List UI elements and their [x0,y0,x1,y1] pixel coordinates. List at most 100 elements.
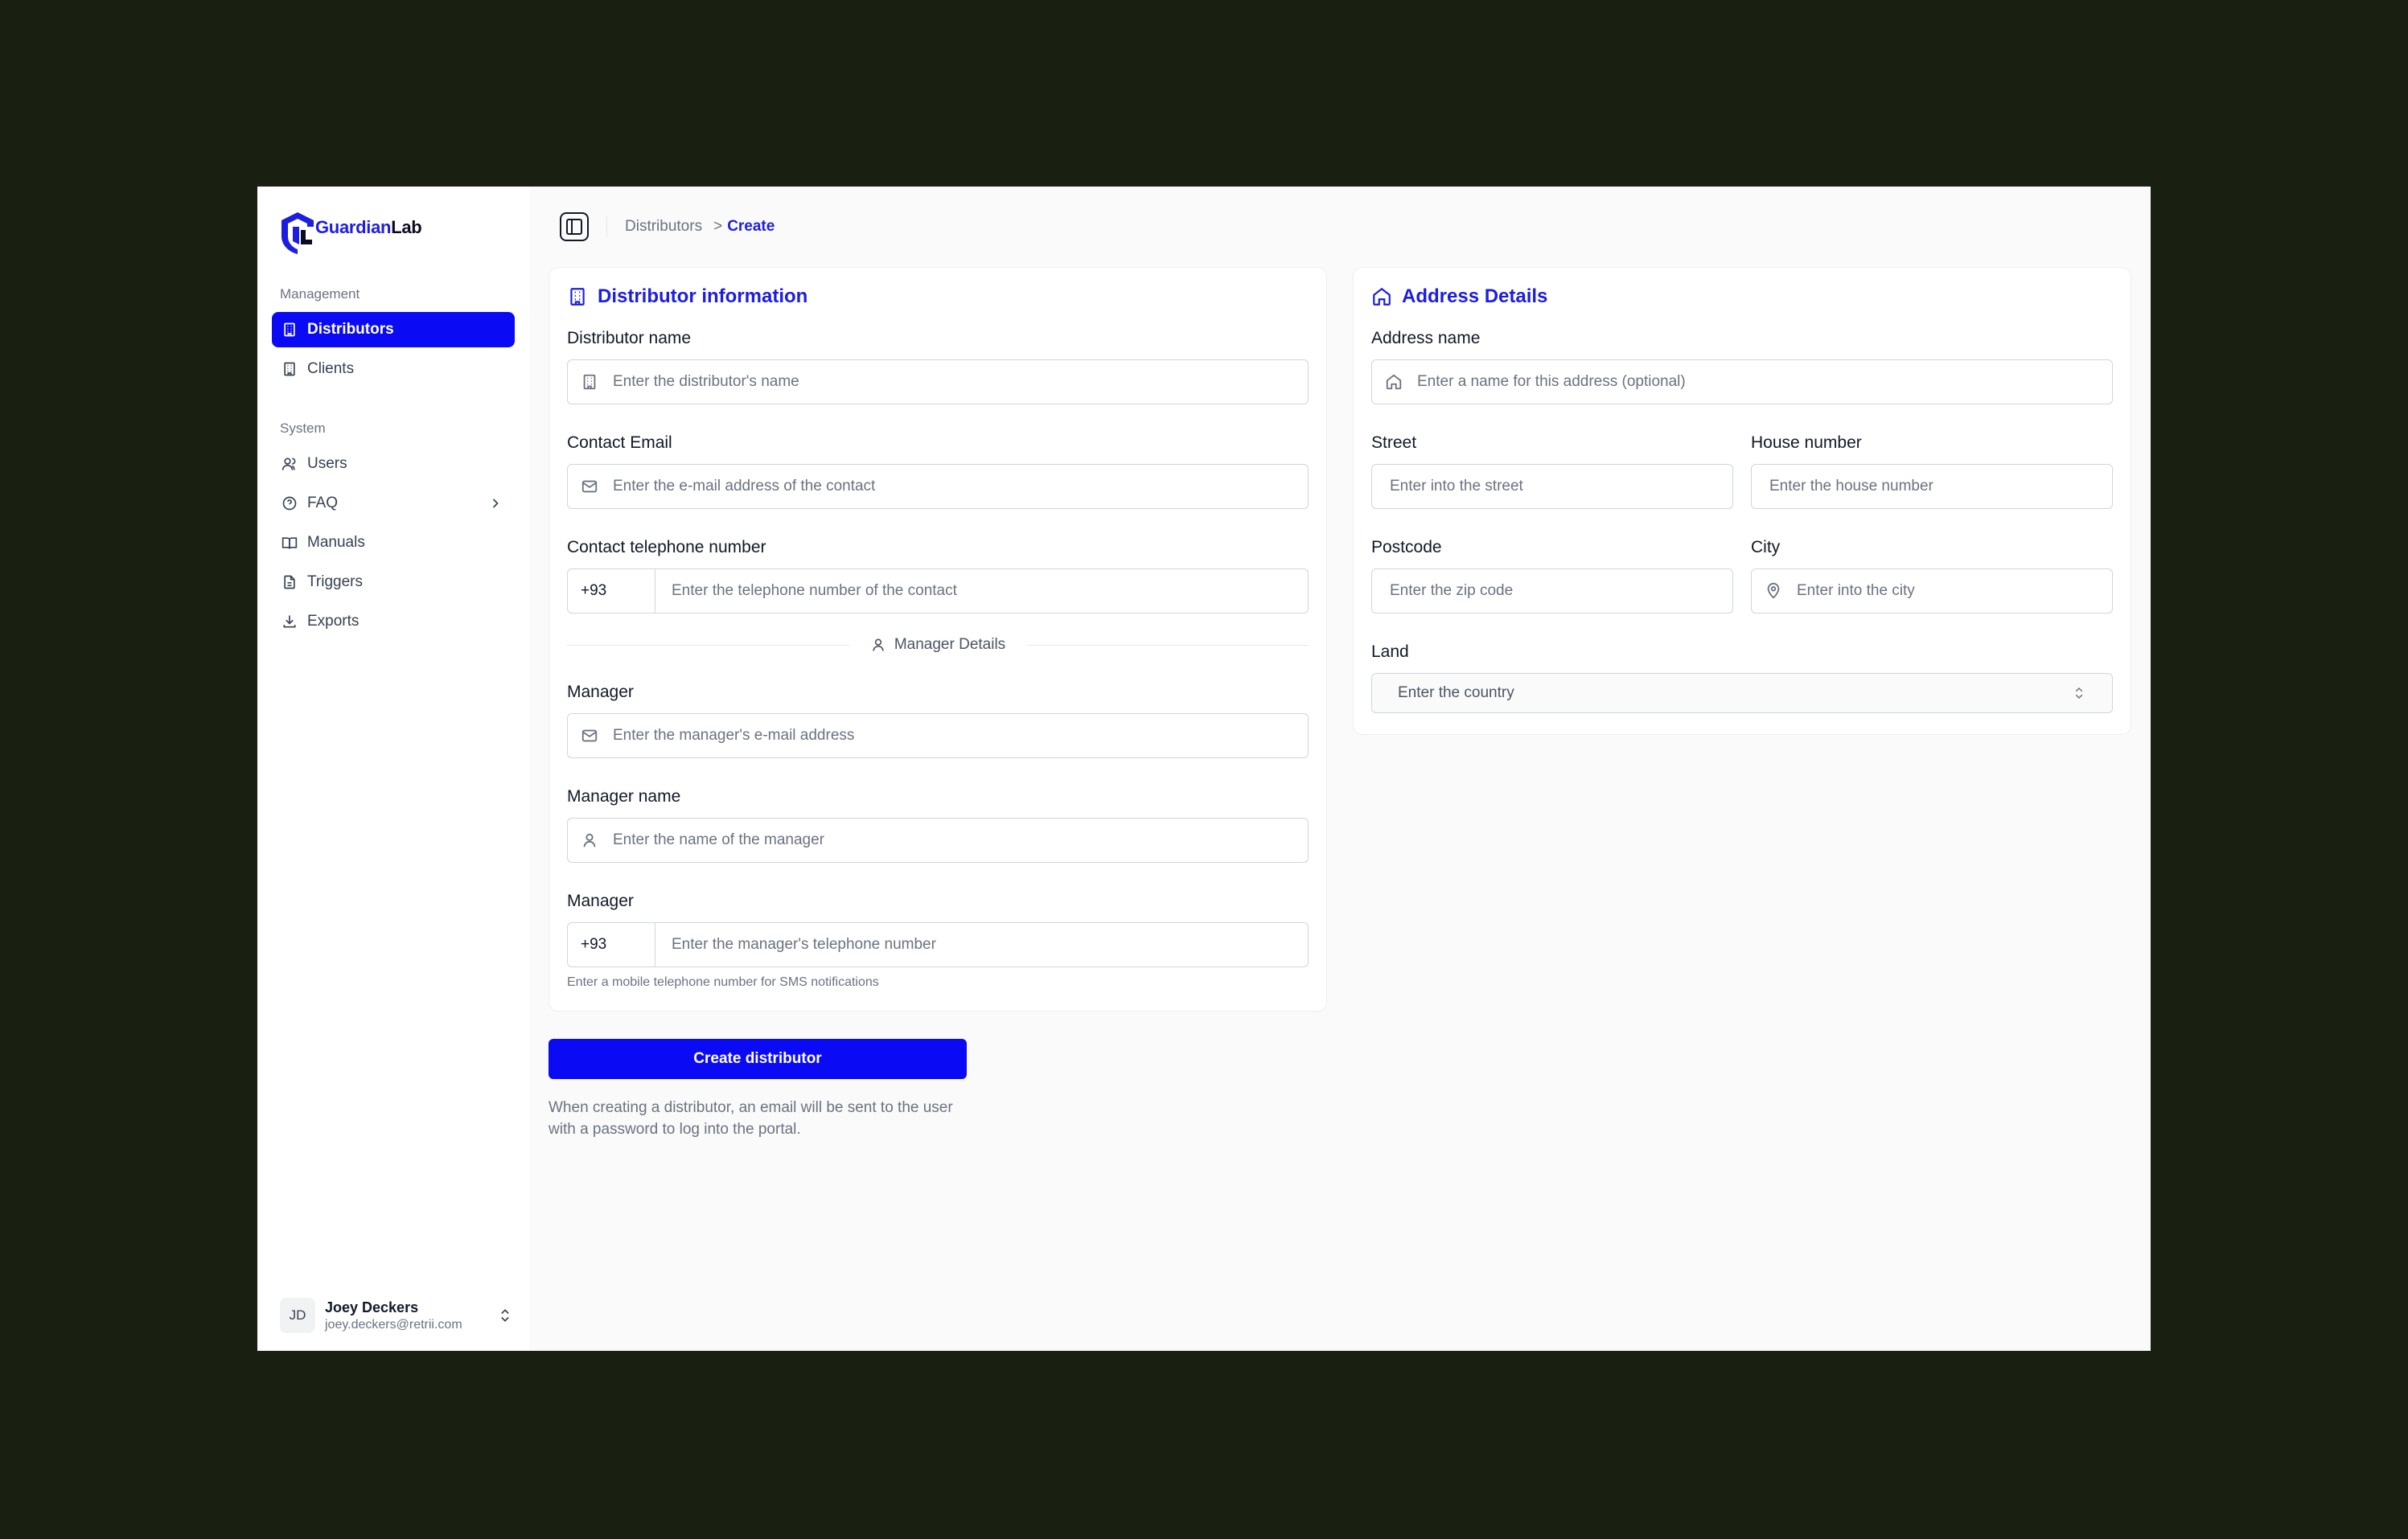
sidebar: GuardianLab Management Distributors Clie… [257,187,529,1351]
manager-phone-number-wrapper [655,922,1309,967]
distributor-info-card: Distributor information Distributor name… [549,267,1327,1012]
country-select-value: Enter the country [1398,684,1514,701]
user-name: Joey Deckers [325,1299,419,1315]
logo-text: GuardianLab [315,217,422,238]
manager-phone-hint: Enter a mobile telephone number for SMS … [567,975,879,989]
guardianlab-logo-icon [281,212,314,254]
user-menu[interactable]: JD Joey Deckers joey.deckers@retrii.com [280,1298,513,1333]
sidebar-item-label: Exports [307,613,360,630]
contact-email-label: Contact Email [567,433,672,452]
breadcrumb-current: Create [727,218,775,235]
house-number-label: House number [1751,433,1862,452]
contact-phone-label: Contact telephone number [567,538,766,556]
postcode-field [1371,568,1733,614]
chevrons-up-down-icon[interactable] [497,1307,513,1324]
city-input[interactable] [1797,582,2099,600]
sidebar-item-label: Clients [307,360,355,377]
panel-left-icon [566,219,582,235]
user-icon [581,831,598,849]
manager-phone-label: Manager [567,892,634,910]
topbar-divider [606,216,607,237]
left-column: Distributor information Distributor name… [549,267,1327,1140]
sidebar-item-label: Manuals [307,534,365,551]
create-distributor-button[interactable]: Create distributor [549,1039,967,1079]
sidebar-item-exports[interactable]: Exports [272,604,515,639]
avatar: JD [280,1298,315,1333]
contact-email-field [567,464,1309,509]
address-name-label: Address name [1371,329,1481,347]
building-icon [570,288,585,306]
sidebar-item-label: Users [307,455,347,472]
address-name-input[interactable] [1417,373,2099,391]
chevrons-up-down-icon [2075,687,2083,700]
divider-line [567,644,849,646]
card-title-text: Distributor information [598,285,808,307]
land-label: Land [1371,642,1409,661]
building-icon [281,361,298,377]
sidebar-item-users[interactable]: Users [272,446,515,482]
mail-icon [581,727,598,745]
building-icon [581,373,598,391]
sidebar-toggle-button[interactable] [560,212,589,241]
house-number-input[interactable] [1769,478,2099,495]
download-icon [281,614,298,630]
house-number-group: House number [1751,433,2113,538]
address-name-field [1371,359,2113,404]
breadcrumb-separator: > [713,218,723,235]
street-field [1371,464,1733,509]
form-columns: Distributor information Distributor name… [549,267,2131,1140]
logo[interactable]: GuardianLab [277,209,515,257]
manager-details-label: Manager Details [894,636,1006,653]
street-label: Street [1371,433,1417,452]
street-input[interactable] [1390,478,1720,495]
manager-name-input[interactable] [613,831,1295,849]
divider-line [1026,644,1309,646]
create-note: When creating a distributor, an email wi… [549,1099,953,1138]
book-icon [281,535,298,551]
house-number-field [1751,464,2113,509]
contact-phone-number-wrapper [655,568,1309,614]
contact-phone-country-code[interactable]: +93 [567,568,655,614]
card-title-text: Address Details [1402,285,1548,307]
map-pin-icon [1765,582,1782,600]
logo-text-secondary: Lab [391,217,422,237]
city-field [1751,568,2113,614]
distributor-name-field [567,359,1309,404]
street-row: Street House number [1371,433,2113,538]
manager-phone-input[interactable] [672,936,1292,954]
divider-label-wrapper: Manager Details [849,636,1026,654]
contact-phone-field: +93 [567,568,1309,614]
file-icon [281,574,298,590]
breadcrumb-distributors[interactable]: Distributors [625,218,702,236]
manager-name-field [567,818,1309,863]
logo-text-primary: Guardian [315,217,392,237]
sidebar-item-label: Distributors [307,321,394,338]
contact-email-input[interactable] [613,478,1295,495]
sidebar-item-manuals[interactable]: Manuals [272,525,515,560]
help-circle-icon [281,495,298,511]
sidebar-item-label: FAQ [307,495,339,511]
contact-phone-input[interactable] [672,582,1292,600]
main-content: Distributors > Create Distributor inform… [529,187,2151,1351]
app-window: GuardianLab Management Distributors Clie… [257,187,2151,1351]
sidebar-item-clients[interactable]: Clients [272,351,515,387]
chevron-right-icon[interactable] [487,495,503,511]
manager-email-field [567,713,1309,758]
user-info: Joey Deckers joey.deckers@retrii.com [325,1299,497,1332]
postcode-group: Postcode [1371,538,1733,642]
distributor-name-input[interactable] [613,373,1295,391]
sidebar-item-triggers[interactable]: Triggers [272,564,515,600]
sidebar-item-faq[interactable]: FAQ [272,486,515,521]
home-icon [1373,287,1391,306]
country-select[interactable]: Enter the country [1371,673,2113,713]
sidebar-item-distributors[interactable]: Distributors [272,312,515,347]
street-group: Street [1371,433,1733,538]
section-label-management: Management [280,286,360,302]
section-label-system: System [280,421,326,436]
postcode-label: Postcode [1371,538,1442,556]
manager-email-input[interactable] [613,727,1295,745]
postcode-input[interactable] [1390,582,1720,600]
manager-name-label: Manager name [567,787,681,806]
manager-phone-country-code[interactable]: +93 [567,922,655,967]
distributor-name-label: Distributor name [567,329,692,347]
